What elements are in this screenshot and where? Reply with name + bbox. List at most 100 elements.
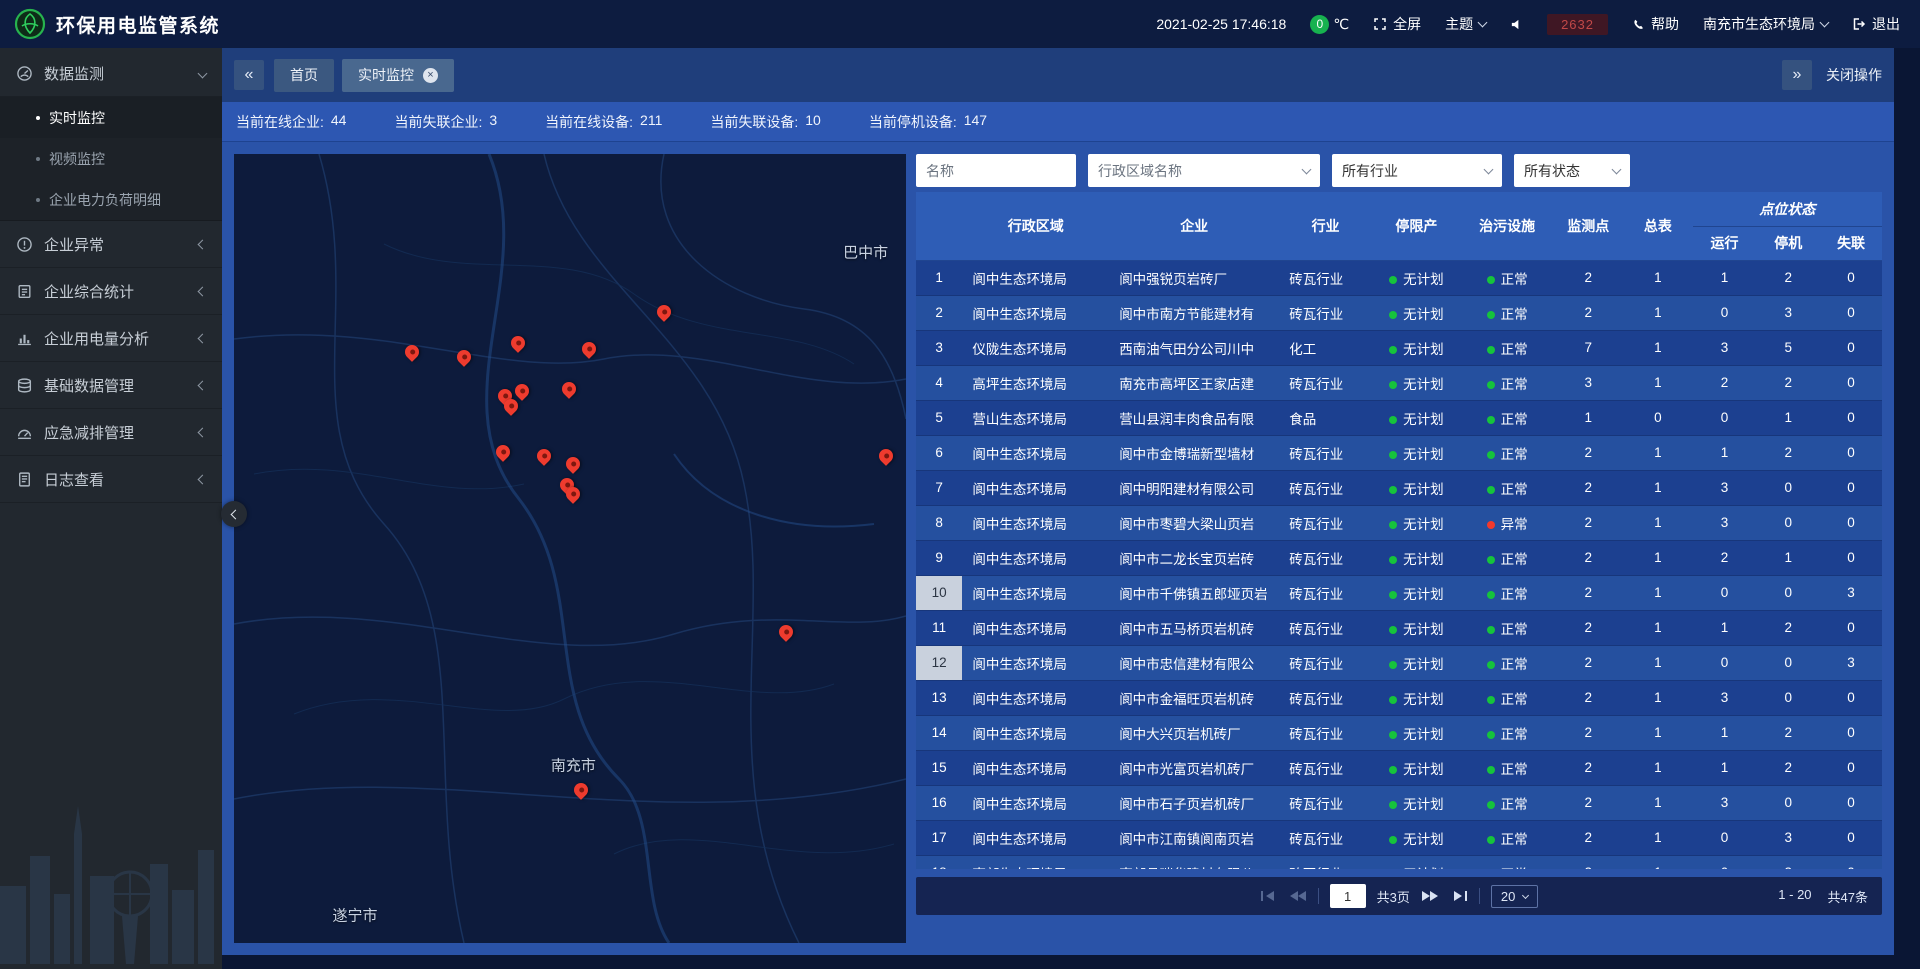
sidebar-subitem-label: 实时监控 (49, 108, 105, 128)
table-row[interactable]: 16阆中生态环境局阆中市石子页岩机砖厂砖瓦行业无计划正常21300 (916, 785, 1882, 820)
row-number: 16 (916, 785, 962, 820)
sidebar-subitem-label: 视频监控 (49, 149, 105, 169)
status-text: 无计划 (1403, 272, 1444, 287)
page-number-input[interactable] (1330, 884, 1366, 908)
tab-1[interactable]: 实时监控 (342, 59, 454, 92)
chevron-left-icon (198, 474, 208, 484)
cell-industry: 砖瓦行业 (1279, 680, 1372, 715)
fullscreen-button[interactable]: 全屏 (1373, 14, 1421, 34)
table-row[interactable]: 7阆中生态环境局阆中明阳建材有限公司砖瓦行业无计划正常21300 (916, 470, 1882, 505)
phone-icon (1632, 18, 1645, 31)
table-row[interactable]: 17阆中生态环境局阆中市江南镇阆南页岩砖瓦行业无计划正常21030 (916, 820, 1882, 855)
theme-dropdown[interactable]: 主题 (1445, 14, 1486, 34)
status-dot-icon (1487, 766, 1495, 774)
help-button[interactable]: 帮助 (1632, 14, 1679, 34)
range-label: 1 - 20 (1778, 887, 1811, 906)
status-dot-icon (1487, 661, 1495, 669)
city-skyline-decoration (0, 794, 222, 969)
alarm-count-badge[interactable]: 2632 (1547, 14, 1608, 35)
table-row[interactable]: 12阆中生态环境局阆中市忠信建材有限公砖瓦行业无计划正常21003 (916, 645, 1882, 680)
prev-page-button[interactable] (1289, 890, 1307, 902)
next-page-button[interactable] (1421, 890, 1439, 902)
cell-industry: 砖瓦行业 (1279, 645, 1372, 680)
table-row[interactable]: 18南部生态环境局南部县瑞华建材有限公砖瓦行业无计划正常21030 (916, 855, 1882, 869)
cell-company: 阆中市南方节能建材有 (1109, 295, 1279, 330)
cell-company: 西南油气田分公司川中 (1109, 330, 1279, 365)
database-icon (16, 377, 33, 394)
pagination-bar: 共3页 20 (916, 877, 1882, 915)
chevron-down-icon (1820, 18, 1830, 28)
sidebar-item-3[interactable]: 企业用电量分析 (0, 315, 222, 362)
cell-company: 阆中市金博瑞新型墙材 (1109, 435, 1279, 470)
table-row[interactable]: 8阆中生态环境局阆中市枣碧大梁山页岩砖瓦行业无计划异常21300 (916, 505, 1882, 540)
theme-label: 主题 (1445, 14, 1473, 34)
tab-0[interactable]: 首页 (274, 59, 334, 92)
table-row[interactable]: 2阆中生态环境局阆中市南方节能建材有砖瓦行业无计划正常21030 (916, 295, 1882, 330)
cell-run: 0 (1693, 820, 1757, 855)
table-row[interactable]: 11阆中生态环境局阆中市五马桥页岩机砖砖瓦行业无计划正常21120 (916, 610, 1882, 645)
map-collapse-button[interactable] (221, 501, 247, 527)
org-dropdown[interactable]: 南充市生态环境局 (1703, 14, 1828, 34)
cell-run: 2 (1693, 365, 1757, 400)
sidebar-subitem-0-2[interactable]: 企业电力负荷明细 (0, 179, 222, 220)
first-page-button[interactable] (1260, 890, 1278, 902)
close-operations-button[interactable]: 关闭操作 (1826, 65, 1882, 85)
sidebar-item-5[interactable]: 应急减排管理 (0, 409, 222, 456)
cell-meters: 1 (1623, 610, 1693, 645)
sidebar-item-0[interactable]: 数据监测 (0, 50, 222, 97)
table-row[interactable]: 3仪陇生态环境局西南油气田分公司川中化工无计划正常71350 (916, 330, 1882, 365)
temperature-unit: ℃ (1333, 16, 1349, 33)
status-filter-select[interactable]: 所有状态 (1514, 154, 1630, 187)
table-row[interactable]: 1阆中生态环境局阆中强锐页岩砖厂砖瓦行业无计划正常21120 (916, 260, 1882, 295)
cell-stop-status: 无计划 (1372, 785, 1461, 820)
last-page-button[interactable] (1450, 890, 1468, 902)
map-panel[interactable]: 巴中市南充市遂宁市 (234, 154, 906, 943)
sidebar-subitem-0-0[interactable]: 实时监控 (0, 97, 222, 138)
tabs-scroll-right-button[interactable] (1782, 60, 1812, 90)
table-row[interactable]: 6阆中生态环境局阆中市金博瑞新型墙材砖瓦行业无计划正常21120 (916, 435, 1882, 470)
stat-value: 211 (640, 112, 662, 132)
sidebar-item-2[interactable]: 企业综合统计 (0, 268, 222, 315)
cell-industry: 砖瓦行业 (1279, 295, 1372, 330)
cell-points: 2 (1554, 680, 1624, 715)
tabs-scroll-left-button[interactable] (234, 60, 264, 90)
stat-value: 10 (805, 112, 821, 132)
table-row[interactable]: 14阆中生态环境局阆中大兴页岩机砖厂砖瓦行业无计划正常21120 (916, 715, 1882, 750)
status-dot-icon (1389, 696, 1397, 704)
row-number: 14 (916, 715, 962, 750)
cell-stopped: 2 (1756, 750, 1820, 785)
cell-stopped: 1 (1756, 400, 1820, 435)
sidebar-submenu: 实时监控视频监控企业电力负荷明细 (0, 97, 222, 221)
map-city-label: 南充市 (551, 755, 596, 776)
sound-button[interactable] (1510, 18, 1523, 31)
industry-filter-select[interactable]: 所有行业 (1332, 154, 1502, 187)
sidebar-item-1[interactable]: 企业异常 (0, 221, 222, 268)
cell-company: 阆中市江南镇阆南页岩 (1109, 820, 1279, 855)
sidebar-item-6[interactable]: 日志查看 (0, 456, 222, 503)
table-row[interactable]: 15阆中生态环境局阆中市光富页岩机砖厂砖瓦行业无计划正常21120 (916, 750, 1882, 785)
table-row[interactable]: 10阆中生态环境局阆中市千佛镇五郎垭页岩砖瓦行业无计划正常21003 (916, 575, 1882, 610)
sidebar-item-4[interactable]: 基础数据管理 (0, 362, 222, 409)
name-filter-input[interactable] (916, 154, 1076, 187)
cell-run: 0 (1693, 645, 1757, 680)
cell-industry: 砖瓦行业 (1279, 505, 1372, 540)
status-text: 异常 (1501, 517, 1528, 532)
table-row[interactable]: 4高坪生态环境局南充市高坪区王家店建砖瓦行业无计划正常31220 (916, 365, 1882, 400)
region-filter-select[interactable]: 行政区域名称 (1088, 154, 1320, 187)
cell-stopped: 0 (1756, 470, 1820, 505)
table-row[interactable]: 5营山生态环境局营山县润丰肉食品有限食品无计划正常10010 (916, 400, 1882, 435)
cell-company: 营山县润丰肉食品有限 (1109, 400, 1279, 435)
status-text: 无计划 (1403, 377, 1444, 392)
cell-industry: 砖瓦行业 (1279, 435, 1372, 470)
cell-company: 阆中强锐页岩砖厂 (1109, 260, 1279, 295)
logout-button[interactable]: 退出 (1852, 14, 1900, 34)
brand: 环保用电监管系统 (14, 8, 220, 40)
status-dot-icon (1389, 731, 1397, 739)
table-row[interactable]: 13阆中生态环境局阆中市金福旺页岩机砖砖瓦行业无计划正常21300 (916, 680, 1882, 715)
table-row[interactable]: 9阆中生态环境局阆中市二龙长宝页岩砖砖瓦行业无计划正常21210 (916, 540, 1882, 575)
status-text: 正常 (1501, 272, 1528, 287)
page-size-select[interactable]: 20 (1491, 885, 1538, 908)
status-dot-icon (1389, 416, 1397, 424)
sidebar-subitem-0-1[interactable]: 视频监控 (0, 138, 222, 179)
close-icon[interactable] (423, 68, 438, 83)
